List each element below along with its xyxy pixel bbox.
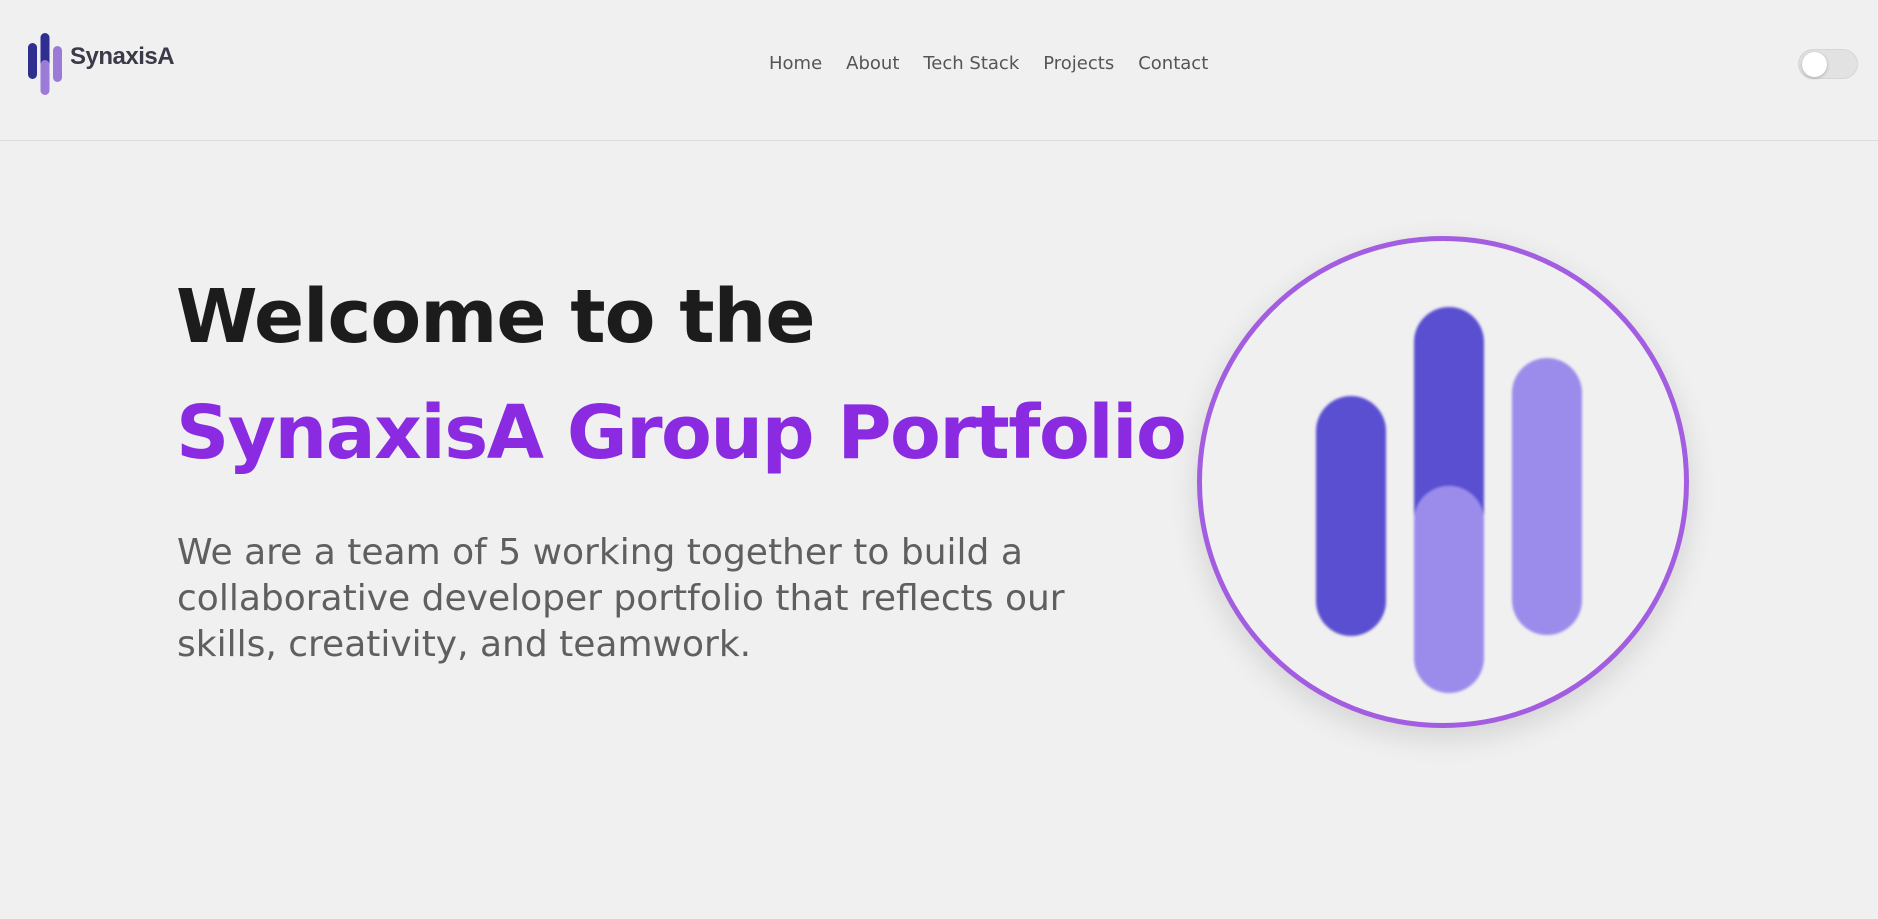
- theme-toggle[interactable]: [1798, 49, 1858, 79]
- hero-logo-image: [1197, 236, 1689, 728]
- site-header: SynaxisA Home About Tech Stack Projects …: [0, 0, 1878, 141]
- main-nav: Home About Tech Stack Projects Contact: [769, 52, 1208, 76]
- bars-logo-icon: [28, 33, 62, 95]
- brand-logo[interactable]: SynaxisA: [27, 32, 175, 96]
- hero-title: Welcome to the: [176, 274, 816, 360]
- toggle-knob: [1802, 52, 1827, 77]
- nav-home[interactable]: Home: [769, 52, 822, 76]
- nav-tech-stack[interactable]: Tech Stack: [923, 52, 1019, 76]
- nav-projects[interactable]: Projects: [1043, 52, 1114, 76]
- nav-contact[interactable]: Contact: [1138, 52, 1208, 76]
- nav-about[interactable]: About: [846, 52, 899, 76]
- hero-description: We are a team of 5 working together to b…: [177, 532, 1065, 665]
- brand-name: SynaxisA: [70, 43, 175, 70]
- bars-logo-icon: [1316, 307, 1582, 693]
- hero-title-accent: SynaxisA Group Portfolio: [176, 390, 1187, 476]
